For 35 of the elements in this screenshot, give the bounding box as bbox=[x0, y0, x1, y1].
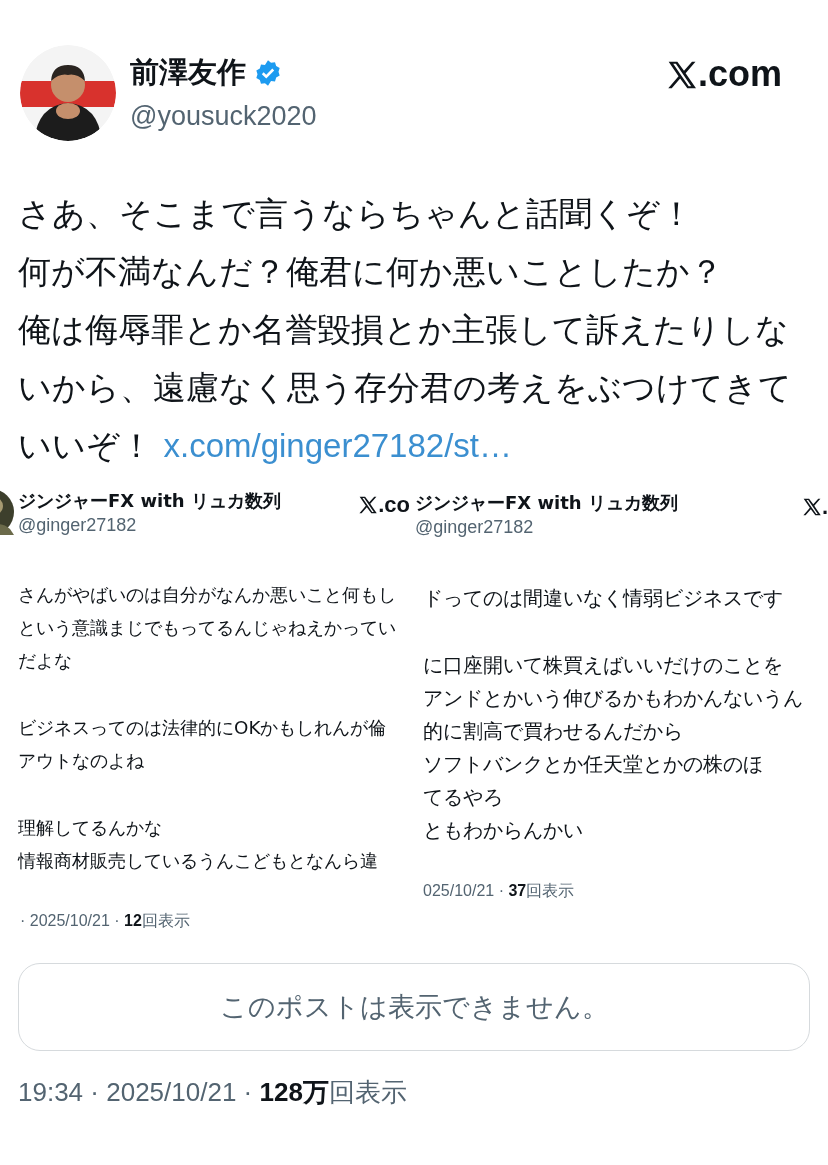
author-name: ジンジャーFX with リュカ数列 bbox=[415, 491, 679, 515]
post-text-line: ドってのは間違いなく情弱ビジネスです bbox=[423, 585, 784, 612]
post-text-line: てるやろ bbox=[423, 784, 504, 811]
post-text-line: 情報商材販売しているうんこどもとなんら違 bbox=[18, 849, 379, 873]
post-text-line: だよな bbox=[18, 649, 73, 673]
author-handle: @yousuck2020 bbox=[130, 101, 318, 132]
logo-icon bbox=[358, 495, 379, 515]
site-name: .com bbox=[697, 57, 782, 91]
post-text-line: アンドとかいう伸びるかもわかんないうん bbox=[423, 685, 804, 712]
post-meta: 025/10/21 · 37回表示 bbox=[423, 881, 576, 901]
post-text-line: ソフトバンクとか任天堂とかの株のほ bbox=[423, 751, 764, 778]
post-text-line: いいぞ！ x.com/ginger27182/st… bbox=[18, 425, 512, 467]
site-name: . bbox=[821, 497, 828, 517]
post-text-line: さあ、そこまで言うならちゃんと話聞くぞ！ bbox=[18, 193, 693, 235]
post-text-line: という意識まじでもってるんじゃねえかってい bbox=[18, 616, 397, 640]
logo-icon bbox=[801, 497, 822, 517]
post-text-line: 俺は侮辱罪とか名誉毀損とか主張して訴えたりしな bbox=[18, 309, 789, 351]
post-text-line: 的に割高で買わせるんだから bbox=[423, 718, 684, 745]
post-text-line: いから、遠慮なく思う存分君の考えをぶつけてきて bbox=[18, 367, 792, 409]
author-name: 前澤友作 bbox=[130, 54, 246, 91]
post-text-line: 何が不満なんだ？俺君に何か悪いことしたか？ bbox=[18, 251, 723, 293]
unavailable-post-notice: このポストは表示できません。 bbox=[18, 963, 810, 1051]
post-text-line: に口座開いて株買えばいいだけのことを bbox=[423, 652, 784, 679]
post-meta: · 2025/10/21 · 12回表示 bbox=[20, 911, 191, 931]
site-name: .co bbox=[378, 495, 410, 515]
author-name: ジンジャーFX with リュカ数列 bbox=[18, 489, 282, 513]
post-text-line: さんがやばいのは自分がなんか悪いこと何もし bbox=[18, 583, 397, 607]
post-text-line: ビジネスってのは法律的にOKかもしれんが倫 bbox=[18, 716, 388, 740]
author-handle: @ginger27182 bbox=[415, 517, 535, 538]
link[interactable]: x.com/ginger27182/st… bbox=[163, 427, 512, 464]
post-meta: 19:34 · 2025/10/21 · 128万回表示 bbox=[18, 1076, 408, 1109]
post-text-line: アウトなのよね bbox=[18, 749, 145, 773]
post-text-line: 理解してるんかな bbox=[18, 816, 163, 840]
post-text-line: ともわからんかい bbox=[423, 817, 584, 844]
author-handle: @ginger27182 bbox=[18, 515, 138, 536]
